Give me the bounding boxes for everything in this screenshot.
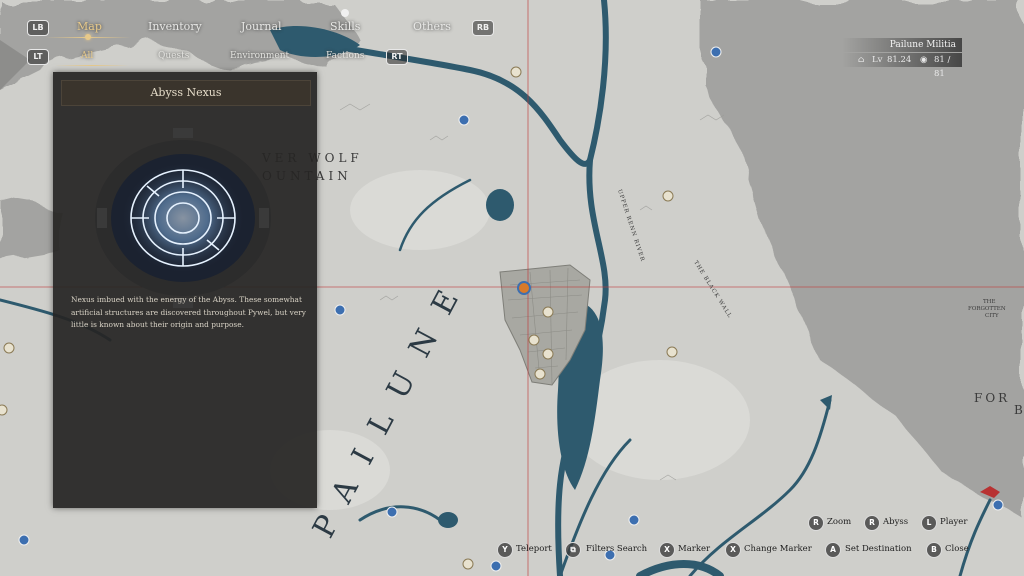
abyss-label: Abyss — [883, 517, 909, 527]
region-stats: ⌂ Lv 81.24 ◉ 81 / 81 — [842, 53, 962, 79]
player-label: Player — [940, 517, 968, 527]
map-label-edge-1: FOR — [974, 391, 1010, 405]
tab-skills[interactable]: Skills — [330, 20, 360, 33]
subtab-all[interactable]: All — [81, 51, 93, 61]
set-destination-button-icon[interactable]: A — [825, 542, 841, 558]
map-label-forgotten-2: FORGOTTEN — [968, 306, 1006, 312]
set-destination-label: Set Destination — [845, 544, 912, 554]
filters-label: Filters Search — [586, 544, 648, 554]
marker-button-icon[interactable]: X — [659, 542, 675, 558]
teleport-label: Teleport — [516, 544, 552, 554]
close-button-icon[interactable]: B — [926, 542, 942, 558]
skill-notification-icon — [341, 9, 349, 17]
top-navigation: LB Map Inventory Journal Skills Others R… — [0, 0, 520, 72]
panel-title: Abyss Nexus — [61, 80, 311, 106]
close-label: Close — [945, 544, 969, 554]
rb-button-hint[interactable]: RB — [472, 20, 494, 36]
tab-underline — [45, 37, 131, 38]
subtab-underline — [55, 65, 129, 66]
marker-label: Marker — [678, 544, 711, 554]
zoom-button-icon[interactable]: R — [808, 515, 824, 531]
teleport-button-icon[interactable]: Y — [497, 542, 513, 558]
lt-button-hint[interactable]: LT — [27, 49, 49, 65]
subtab-quests[interactable]: Quests — [158, 51, 189, 61]
abyss-button-icon[interactable]: R — [864, 515, 880, 531]
level-label: Lv — [872, 55, 883, 65]
home-icon: ⌂ — [858, 55, 865, 65]
tab-inventory[interactable]: Inventory — [148, 20, 202, 33]
region-status: Pailune Militia ⌂ Lv 81.24 ◉ 81 / 81 — [842, 38, 970, 79]
change-marker-label: Change Marker — [744, 544, 812, 554]
player-button-icon[interactable]: L — [921, 515, 937, 531]
abyss-nexus-image — [95, 128, 271, 308]
seal-icon: ◉ — [920, 55, 928, 65]
subtab-factions[interactable]: Factions — [326, 51, 364, 61]
rt-button-hint[interactable]: RT — [386, 49, 408, 65]
subtab-environment[interactable]: Environment — [230, 51, 289, 61]
filters-button-icon[interactable]: ⧉ — [565, 542, 581, 558]
panel-description: Nexus imbued with the energy of the Abys… — [71, 295, 306, 329]
tab-others[interactable]: Others — [413, 20, 451, 33]
count-value: 81 / 81 — [934, 55, 951, 79]
map-label-forgotten-1: THE — [983, 299, 995, 305]
region-name: Pailune Militia — [842, 38, 962, 52]
map-label-edge-2: B — [1014, 403, 1023, 417]
zoom-label: Zoom — [827, 517, 852, 527]
map-label-forgotten-3: CITY — [985, 313, 999, 319]
location-info-panel: Abyss Nexus Nexus imbued with the energy… — [53, 72, 317, 508]
tab-journal[interactable]: Journal — [241, 20, 282, 33]
tab-map[interactable]: Map — [77, 20, 102, 33]
lb-button-hint[interactable]: LB — [27, 20, 49, 36]
change-marker-button-icon[interactable]: X — [725, 542, 741, 558]
level-value: 81.24 — [887, 55, 912, 65]
